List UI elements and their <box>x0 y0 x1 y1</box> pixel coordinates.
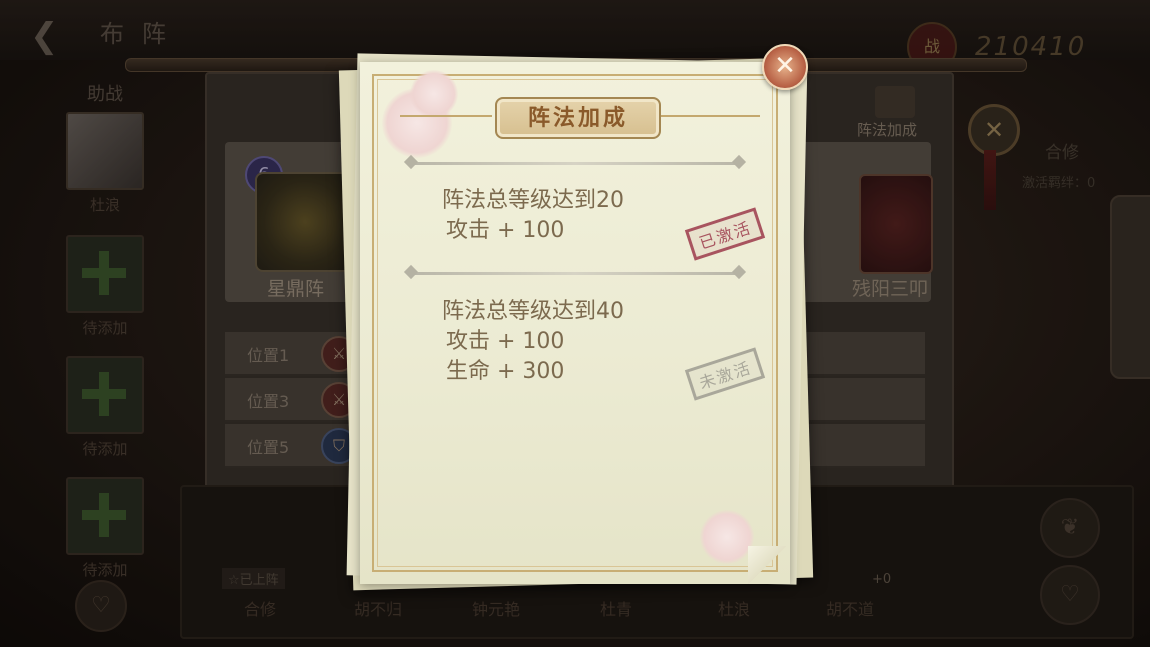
title-line <box>660 115 760 117</box>
tier-condition: 阵法总等级达到40 <box>442 299 624 324</box>
blossom-decoration-icon <box>700 510 754 564</box>
page-curl-decoration <box>748 546 786 584</box>
modal-title-plaque: 阵法加成 <box>495 97 661 139</box>
tier-effect: 攻击 + 100 <box>446 218 565 243</box>
tier-divider <box>403 154 747 170</box>
blossom-decoration-icon <box>410 70 458 118</box>
modal-title: 阵法加成 <box>527 105 628 131</box>
close-icon[interactable]: ✕ <box>762 44 808 90</box>
tier-divider <box>403 264 747 280</box>
title-line <box>400 115 492 117</box>
tier-condition: 阵法总等级达到20 <box>442 188 624 213</box>
tier-effect: 攻击 + 100 <box>446 329 565 354</box>
tier-effect: 生命 + 300 <box>446 359 565 384</box>
